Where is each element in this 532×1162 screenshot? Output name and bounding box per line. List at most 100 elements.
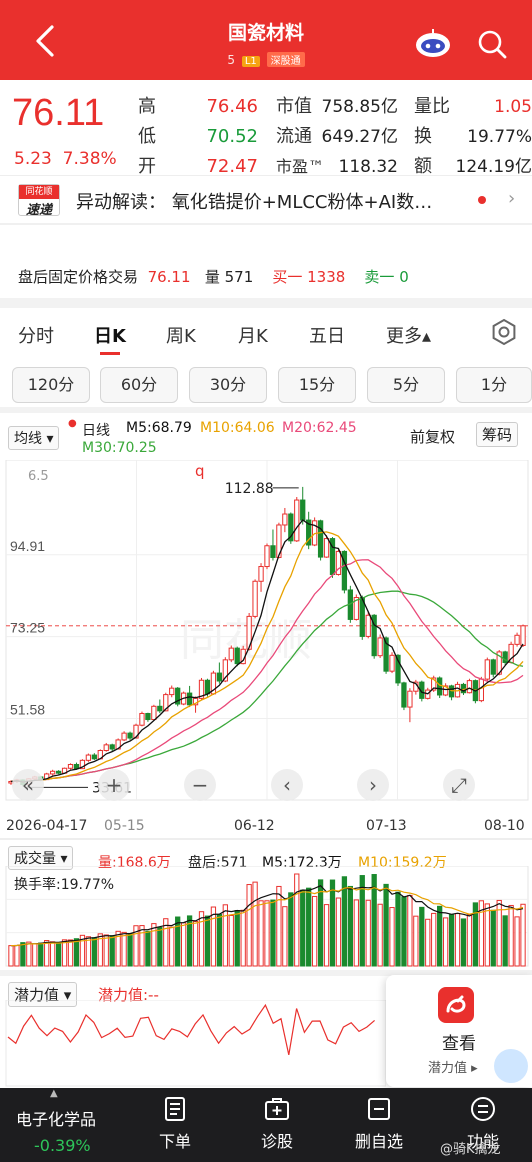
kline-chart[interactable]: 同花顺94.9173.2551.586.5q112.8833.61«+−‹›⤢	[0, 460, 532, 818]
candle-body	[294, 499, 300, 542]
fullscreen-icon[interactable]: ⤢	[443, 769, 475, 801]
volume-bar	[466, 914, 473, 967]
volume-bar	[157, 926, 163, 967]
candle	[50, 769, 56, 776]
candle	[169, 685, 175, 698]
x-tick-label: 05-15	[104, 818, 145, 834]
candle	[175, 687, 181, 707]
candle-body	[365, 614, 371, 637]
watermark-text: @骑K擒龙	[440, 1142, 501, 1157]
volume-bar	[198, 911, 205, 967]
volume-bar	[377, 903, 383, 967]
ma-select-dropdown[interactable]: 均线 ▾	[8, 426, 60, 450]
volume-bar	[508, 904, 514, 967]
volume-bar	[222, 904, 228, 967]
settings-gear-icon[interactable]	[490, 318, 518, 346]
tab-monthly-k[interactable]: 月K	[238, 322, 268, 348]
section-gap	[0, 407, 532, 413]
robot-assistant-icon[interactable]	[414, 28, 452, 58]
candle	[121, 731, 127, 742]
float-cap: 649.27亿	[321, 127, 398, 147]
zoom-in-icon[interactable]: +	[98, 769, 130, 801]
minute-button-30[interactable]: 30分	[189, 367, 267, 403]
candle-body	[484, 659, 490, 680]
volume-bar	[419, 906, 425, 967]
potential-popup[interactable]: 查看 潜力值 ▸	[386, 975, 532, 1087]
nav-remove-watchlist[interactable]: 删自选	[350, 1096, 408, 1152]
ma20-value: M20:62.45	[282, 420, 357, 436]
divider	[0, 838, 532, 840]
pan-right-icon[interactable]: ›	[357, 769, 389, 801]
tab-intraday[interactable]: 分时	[18, 322, 54, 348]
tab-weekly-k[interactable]: 周K	[166, 322, 196, 348]
quote-label: 低	[138, 126, 156, 147]
candle	[264, 543, 270, 570]
minute-button-120[interactable]: 120分	[12, 367, 90, 403]
nav-diagnose[interactable]: 诊股	[256, 1096, 298, 1152]
quote-panel: 76.11 5.23 7.38% 高 低 开 76.46 70.52 72.47…	[0, 84, 532, 184]
tab-daily-k[interactable]: 日K	[94, 322, 126, 355]
volume-bar	[50, 941, 56, 967]
stock-name: 国瓷材料	[227, 22, 304, 44]
minute-button-15[interactable]: 15分	[278, 367, 356, 403]
candle	[127, 731, 133, 740]
volume-bar	[490, 909, 496, 967]
candle	[353, 594, 359, 621]
search-icon[interactable]	[476, 28, 508, 60]
news-headline[interactable]: 异动解读： 氧化锆提价+MLCC粉体+AI数…	[76, 188, 476, 214]
quote-values-col1: 76.46 70.52 72.47	[200, 92, 258, 182]
bulb-assistant-icon[interactable]	[494, 1049, 528, 1083]
dragon-app-icon[interactable]	[438, 987, 474, 1023]
stock-detail-screen: { "header": { "title": "国瓷材料", "code": "…	[0, 0, 532, 1162]
minute-button-1[interactable]: 1分	[456, 367, 532, 403]
volume-bar	[401, 896, 407, 967]
unread-dot	[478, 196, 486, 204]
volume-bar	[26, 941, 32, 967]
minute-button-60[interactable]: 60分	[100, 367, 178, 403]
pan-left-icon[interactable]: ‹	[271, 769, 303, 801]
candle-body	[228, 647, 234, 661]
candle-body	[91, 754, 97, 760]
minute-button-5[interactable]: 5分	[367, 367, 445, 403]
pan-right-icon-glyph: ›	[369, 773, 377, 797]
rewind-icon[interactable]: «	[12, 769, 44, 801]
candle-body	[300, 499, 306, 521]
adjust-mode[interactable]: 前复权	[410, 426, 455, 447]
legend-dot: ●	[68, 418, 77, 429]
zoom-out-icon[interactable]: −	[184, 769, 216, 801]
candle	[466, 678, 473, 694]
nav-order[interactable]: 下单	[154, 1096, 196, 1152]
volume-bar	[32, 943, 38, 967]
tab-five-day[interactable]: 五日	[309, 322, 345, 348]
candle	[151, 704, 157, 721]
candle	[311, 517, 318, 547]
volume-bar	[294, 873, 300, 967]
candle-body	[401, 682, 407, 708]
candle-body	[121, 732, 127, 741]
volume-bar	[389, 907, 395, 967]
volume-bar	[192, 920, 199, 967]
bottom-nav: ▲ 电子化学品 -0.39% 下单 诊股 删自选 功能 @骑K擒龙	[0, 1088, 532, 1162]
sector-name[interactable]: 电子化学品	[16, 1106, 96, 1130]
volume-bar	[288, 892, 294, 967]
volume-bar	[454, 913, 461, 967]
news-banner[interactable]: 同花顺 速递 异动解读： 氧化锆提价+MLCC粉体+AI数… ›	[0, 175, 532, 221]
minute-buttons: 120分 60分 30分 15分 5分 1分	[0, 367, 532, 403]
quote-label: 高	[138, 96, 156, 117]
candle	[413, 679, 419, 695]
stock-code: 5	[227, 53, 236, 67]
high-price-label: 112.88	[225, 481, 274, 497]
tab-more[interactable]: 更多▴	[386, 322, 431, 348]
price-change: 5.23 7.38%	[14, 149, 117, 169]
candle-body	[437, 677, 443, 696]
chevron-right-icon[interactable]: ›	[508, 188, 515, 209]
potential-frame	[5, 1000, 386, 1087]
volume-bar	[246, 884, 252, 967]
chip-distribution-button[interactable]: 筹码	[476, 422, 519, 447]
divider	[0, 223, 532, 225]
volume-bar	[383, 883, 389, 967]
volume-bar	[216, 913, 223, 967]
candle	[306, 511, 312, 550]
potential-sub-link[interactable]: 潜力值 ▸	[428, 1057, 478, 1076]
candle	[55, 770, 62, 775]
